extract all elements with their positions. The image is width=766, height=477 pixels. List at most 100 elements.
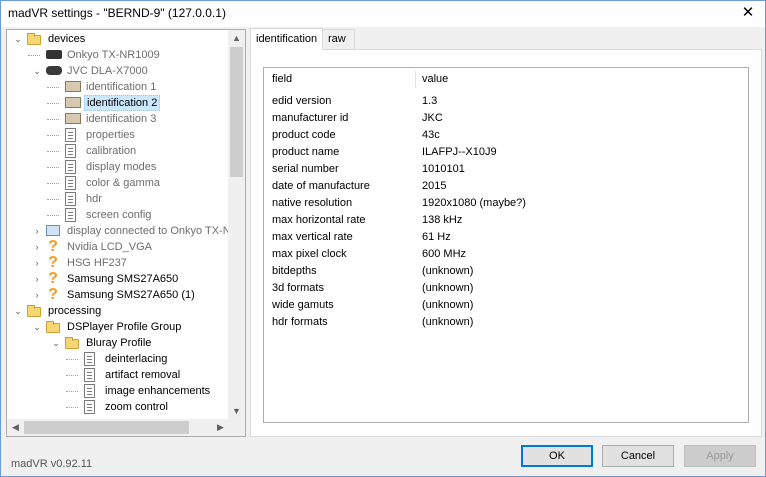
tree-item[interactable]: screen config [7, 207, 229, 223]
chevron-down-icon[interactable]: ⌄ [32, 322, 42, 332]
tree-item-label: artifact removal [105, 369, 181, 381]
tree-item[interactable]: ›? Samsung SMS27A650 (1) [7, 287, 229, 303]
cancel-button[interactable]: Cancel [602, 445, 674, 467]
table-row[interactable]: max pixel clock 600 MHz [264, 246, 748, 263]
value-cell: 43c [422, 129, 440, 141]
table-row[interactable]: date of manufacture 2015 [264, 178, 748, 195]
tree-item[interactable]: zoom control [7, 399, 229, 415]
apply-button[interactable]: Apply [684, 445, 756, 467]
tree-item[interactable]: ›? Nvidia LCD_VGA [7, 239, 229, 255]
ok-button[interactable]: OK [521, 445, 593, 467]
chevron-down-icon[interactable]: ⌄ [13, 34, 23, 44]
tree-item[interactable]: ⌄ Bluray Profile [7, 335, 229, 351]
field-cell: product name [272, 146, 340, 158]
scroll-left-icon[interactable]: ◀ [7, 419, 24, 436]
tree-item[interactable]: ›? Samsung SMS27A650 [7, 271, 229, 287]
settings-tree[interactable]: ⌄ devices Onkyo TX-NR1009 ⌄ JVC DLA-X7000 ide… [6, 29, 246, 437]
version-label: madVR v0.92.11 [11, 458, 93, 470]
table-row[interactable]: product name ILAFPJ--X10J9 [264, 144, 748, 161]
chevron-right-icon[interactable]: › [32, 274, 42, 284]
tree-item[interactable]: ⌄ DSPlayer Profile Group [7, 319, 229, 335]
tree-item-label: properties [86, 129, 135, 141]
field-cell: date of manufacture [272, 180, 370, 192]
table-row[interactable]: max vertical rate 61 Hz [264, 229, 748, 246]
tree-item-label: Bluray Profile [86, 337, 152, 349]
table-row[interactable]: 3d formats (unknown) [264, 280, 748, 297]
column-separator[interactable] [415, 70, 416, 88]
tree-item[interactable]: image enhancements [7, 383, 229, 399]
tab-raw-edid-data[interactable]: raw edid data [322, 29, 356, 83]
tree-item[interactable]: hdr [7, 191, 229, 207]
table-row[interactable]: native resolution 1920x1080 (maybe?) [264, 195, 748, 212]
field-cell: product code [272, 129, 336, 141]
chevron-down-icon[interactable]: ⌄ [13, 306, 23, 316]
table-row[interactable]: hdr formats (unknown) [264, 314, 748, 331]
chevron-right-icon[interactable]: › [32, 258, 42, 268]
tree-item[interactable]: identification 3 [7, 111, 229, 127]
list-header: field value [264, 68, 748, 90]
tree-connector [47, 87, 59, 88]
folder-icon [46, 321, 60, 333]
close-icon[interactable]: ✕ [739, 4, 757, 22]
scroll-thumb[interactable] [230, 47, 243, 177]
value-cell: (unknown) [422, 299, 474, 311]
edid-list[interactable]: field value edid version 1.3 manufacturer … [263, 67, 749, 423]
tab-identification[interactable]: identification [250, 28, 324, 50]
document-icon [84, 400, 95, 414]
tree-item-label: hdr [86, 193, 102, 205]
scroll-right-icon[interactable]: ▶ [212, 419, 229, 436]
column-header-value[interactable]: value [422, 73, 448, 85]
table-row[interactable]: wide gamuts (unknown) [264, 297, 748, 314]
tree-horizontal-scrollbar[interactable]: ◀ ▶ [7, 419, 229, 436]
tree-item[interactable]: ⌄ devices [7, 31, 229, 47]
chevron-right-icon[interactable]: › [32, 226, 42, 236]
tree-item-label: Onkyo TX-NR1009 [67, 49, 160, 61]
tree-connector [47, 167, 59, 168]
tree-vertical-scrollbar[interactable]: ▲ ▼ [228, 30, 245, 420]
chevron-down-icon[interactable]: ⌄ [32, 66, 42, 76]
field-cell: max horizontal rate [272, 214, 366, 226]
tree-item[interactable]: identification 2 [7, 95, 229, 111]
document-icon [65, 144, 76, 158]
table-row[interactable]: max horizontal rate 138 kHz [264, 212, 748, 229]
tree-item-label: color & gamma [86, 177, 160, 189]
tree-item-label: Samsung SMS27A650 [67, 273, 179, 285]
column-header-field[interactable]: field [272, 73, 292, 85]
tree-item[interactable]: Onkyo TX-NR1009 [7, 47, 229, 63]
chevron-right-icon[interactable]: › [32, 242, 42, 252]
tree-item[interactable]: › display connected to Onkyo TX-N [7, 223, 231, 239]
scroll-up-icon[interactable]: ▲ [228, 30, 245, 47]
tree-item[interactable]: identification 1 [7, 79, 229, 95]
tree-connector [47, 103, 59, 104]
question-icon: ? [48, 286, 58, 303]
scroll-down-icon[interactable]: ▼ [228, 403, 245, 420]
tree-item[interactable]: ›? HSG HF237 [7, 255, 229, 271]
tree-item-label: JVC DLA-X7000 [67, 65, 148, 77]
table-row[interactable]: serial number 1010101 [264, 161, 748, 178]
table-row[interactable]: bitdepths (unknown) [264, 263, 748, 280]
field-cell: serial number [272, 163, 339, 175]
chevron-down-icon[interactable]: ⌄ [51, 338, 61, 348]
tree-connector [47, 215, 59, 216]
tree-item-label: zoom control [105, 401, 168, 413]
tree-item[interactable]: color & gamma [7, 175, 229, 191]
tree-item[interactable]: deinterlacing [7, 351, 229, 367]
tree-item-label: screen config [86, 209, 152, 221]
tree-item[interactable]: ⌄ processing [7, 303, 229, 319]
tree-item[interactable]: ⌄ JVC DLA-X7000 [7, 63, 229, 79]
chevron-right-icon[interactable]: › [32, 290, 42, 300]
tree-item[interactable]: calibration [7, 143, 229, 159]
tree-item[interactable]: properties [7, 127, 229, 143]
table-row[interactable]: manufacturer id JKC [264, 110, 748, 127]
tree-item[interactable]: artifact removal [7, 367, 229, 383]
table-row[interactable]: product code 43c [264, 127, 748, 144]
avr-icon [46, 50, 62, 59]
field-cell: max vertical rate [272, 231, 353, 243]
tree-connector [47, 151, 59, 152]
table-row[interactable]: edid version 1.3 [264, 93, 748, 110]
identification-icon [65, 113, 81, 124]
field-cell: hdr formats [272, 316, 328, 328]
tree-item[interactable]: display modes [7, 159, 229, 175]
tree-connector [66, 391, 78, 392]
scroll-thumb-horizontal[interactable] [24, 421, 189, 434]
